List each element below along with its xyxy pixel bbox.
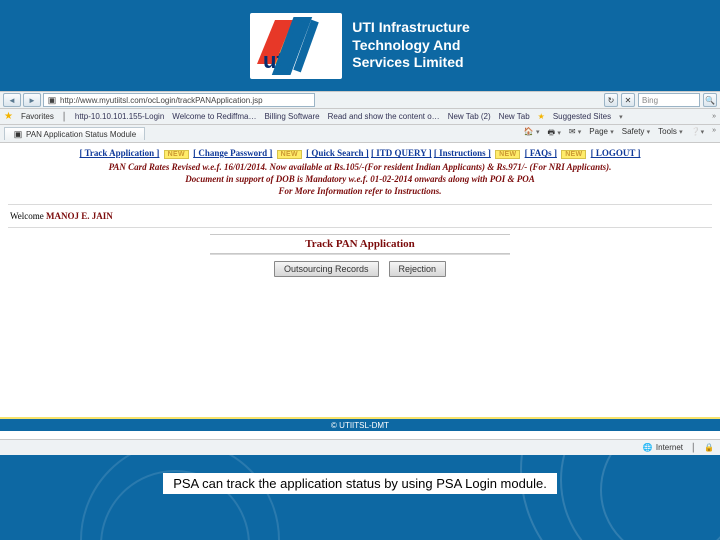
notice-block: PAN Card Rates Revised w.e.f. 16/01/2014… [0, 161, 720, 201]
top-nav-links: [ Track Application ] NEW [ Change Passw… [0, 143, 720, 161]
link-track-application[interactable]: [ Track Application ] [79, 148, 159, 158]
active-tab[interactable]: ▣ PAN Application Status Module [4, 127, 145, 140]
tool-overflow-chevron-icon[interactable]: » [712, 127, 716, 141]
favorites-bar: ★ Favorites │ http-10.10.101.155-Login W… [0, 109, 720, 125]
notice-line-3: For More Information refer to Instructio… [30, 185, 690, 197]
forward-button[interactable]: ► [23, 93, 41, 107]
fav-link-4[interactable]: New Tab (2) [448, 112, 491, 121]
link-logout[interactable]: [ LOGOUT ] [591, 148, 641, 158]
tab-title: PAN Application Status Module [26, 130, 136, 139]
fav-link-1[interactable]: Welcome to Rediffma… [172, 112, 256, 121]
slide-caption-band: PSA can track the application status by … [0, 455, 720, 540]
outsourcing-records-button[interactable]: Outsourcing Records [274, 261, 379, 277]
rejection-button[interactable]: Rejection [389, 261, 447, 277]
search-go-button[interactable]: 🔍 [703, 93, 717, 107]
company-logo: uti [250, 13, 342, 79]
footer-text: © UTIITSL-DMT [331, 421, 389, 430]
link-itd-query[interactable]: [ ITD QUERY ] [371, 148, 432, 158]
link-change-password[interactable]: [ Change Password ] [193, 148, 272, 158]
divider-1 [8, 204, 712, 205]
new-badge-2: NEW [277, 150, 302, 159]
search-box[interactable]: Bing [638, 93, 700, 107]
tool-page-menu[interactable]: Page ▾ [589, 127, 613, 141]
tab-row: ▣ PAN Application Status Module 🏠 ▾ 🖶 ▾ … [0, 125, 720, 143]
company-name: UTI Infrastructure Technology And Servic… [352, 19, 469, 72]
welcome-prefix: Welcome [10, 211, 46, 221]
fav-link-0[interactable]: http-10.10.101.155-Login [75, 112, 164, 121]
search-placeholder: Bing [642, 96, 658, 105]
notice-line-1: PAN Card Rates Revised w.e.f. 16/01/2014… [30, 161, 690, 173]
welcome-name: MANOJ E. JAIN [46, 211, 113, 221]
divider-2 [8, 227, 712, 228]
tool-mail-icon[interactable]: ✉ ▾ [569, 127, 581, 141]
fav-link-2[interactable]: Billing Software [264, 112, 319, 121]
url-box[interactable]: ▣ http://www.myutiitsl.com/ocLogin/track… [43, 93, 315, 107]
page-icon: ▣ [47, 95, 57, 105]
company-line-3: Services Limited [352, 54, 469, 72]
stop-button[interactable]: ✕ [621, 93, 635, 107]
page-content: [ Track Application ] NEW [ Change Passw… [0, 143, 720, 455]
divider-3 [210, 254, 510, 255]
fav-link-6[interactable]: Suggested Sites [553, 112, 611, 121]
url-text: http://www.myutiitsl.com/ocLogin/trackPA… [60, 96, 263, 105]
new-badge-4: NEW [561, 150, 586, 159]
fav-link-5[interactable]: New Tab [499, 112, 530, 121]
notice-line-2: Document in support of DOB is Mandatory … [30, 173, 690, 185]
link-instructions[interactable]: [ Instructions ] [434, 148, 491, 158]
link-quick-search[interactable]: [ Quick Search ] [306, 148, 369, 158]
company-line-2: Technology And [352, 37, 469, 55]
tool-safety-menu[interactable]: Safety ▾ [622, 127, 650, 141]
address-row: ◄ ► ▣ http://www.myutiitsl.com/ocLogin/t… [0, 91, 720, 109]
tool-feeds-icon[interactable]: 🖶 ▾ [548, 127, 561, 141]
welcome-line: Welcome MANOJ E. JAIN [0, 208, 720, 224]
refresh-button[interactable]: ↻ [604, 93, 618, 107]
page-footer: © UTIITSL-DMT [0, 419, 720, 431]
protected-mode-icon: 🔒 [704, 443, 714, 452]
fav-overflow-chevron-icon[interactable]: » [712, 113, 716, 120]
fav-link-3[interactable]: Read and show the content o… [328, 112, 440, 121]
tool-home-icon[interactable]: 🏠 ▾ [524, 127, 540, 141]
globe-icon: 🌐 [643, 443, 653, 452]
tool-tools-menu[interactable]: Tools ▾ [658, 127, 682, 141]
link-faqs[interactable]: [ FAQs ] [525, 148, 557, 158]
tab-page-icon: ▣ [13, 129, 23, 139]
back-button[interactable]: ◄ [3, 93, 21, 107]
browser-status-bar: 🌐Internet │ 🔒 [0, 439, 720, 455]
suggested-sites-star-icon: ★ [538, 112, 545, 121]
favorites-label: Favorites [21, 112, 54, 121]
decorative-ring [600, 455, 720, 540]
favorites-star-icon[interactable]: ★ [4, 111, 13, 122]
track-section-title: Track PAN Application [210, 234, 510, 254]
tool-help-icon[interactable]: ❔▾ [691, 127, 704, 141]
slide-header: uti UTI Infrastructure Technology And Se… [0, 0, 720, 91]
status-internet: 🌐Internet [643, 443, 683, 452]
new-badge-1: NEW [164, 150, 189, 159]
browser-chrome: ◄ ► ▣ http://www.myutiitsl.com/ocLogin/t… [0, 91, 720, 455]
new-badge-3: NEW [495, 150, 520, 159]
company-line-1: UTI Infrastructure [352, 19, 469, 37]
